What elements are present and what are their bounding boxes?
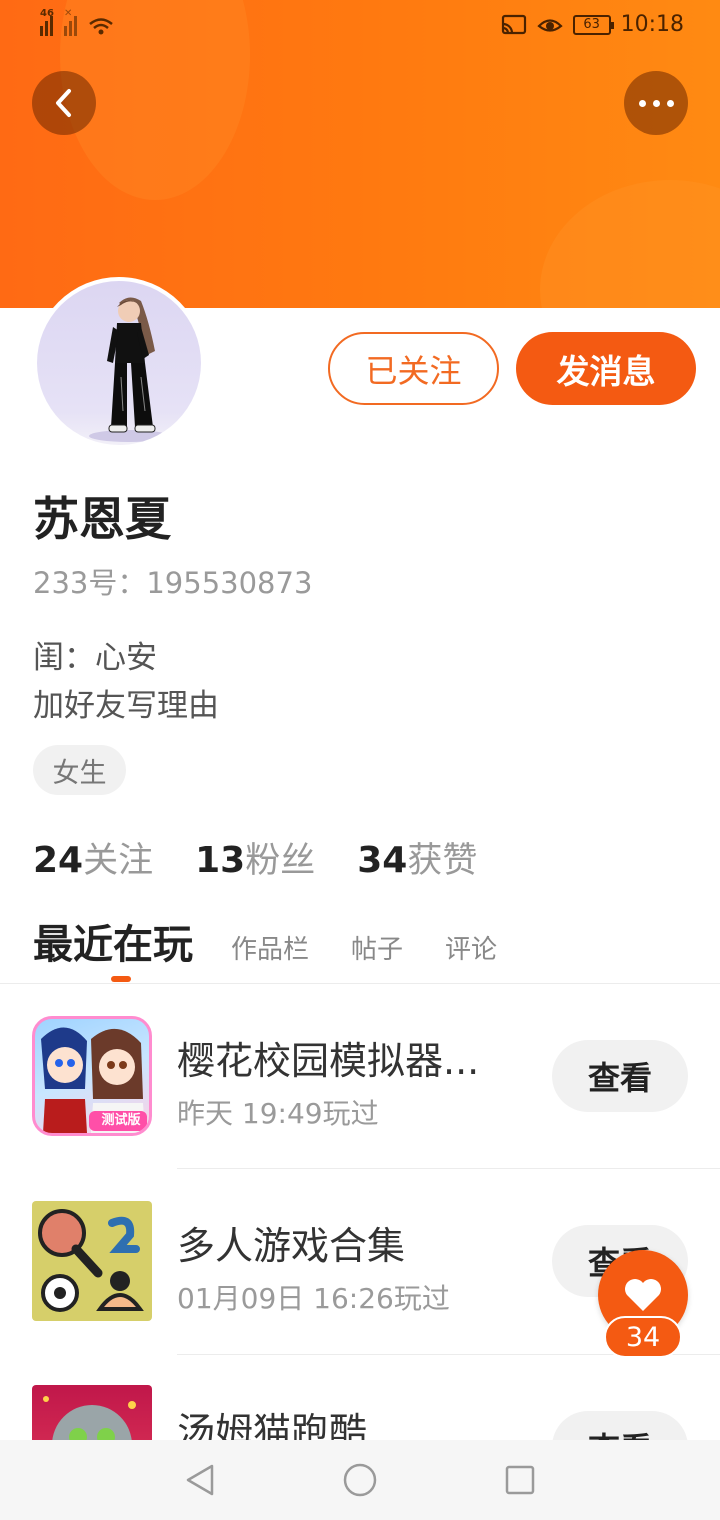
tab-comments[interactable]: 评论 [445,929,497,966]
nav-back-button[interactable] [180,1460,220,1500]
game-icon-tom-cat [32,1385,152,1440]
battery-icon: 63 [572,14,614,35]
chevron-left-icon [56,89,71,117]
nav-home-button[interactable] [340,1460,380,1500]
bio-line: 闺：心安 [33,640,157,676]
more-horizontal-icon [638,99,674,107]
profile-stats: 24 关注 13 粉丝 34 获赞 [33,832,477,883]
wifi-icon [89,18,113,35]
game-title: 樱花校园模拟器... [177,1039,480,1083]
stat-count: 34 [357,840,408,881]
system-nav-bar [0,1440,720,1520]
stat-fans[interactable]: 13 粉丝 [195,832,315,883]
profile-tabs: 最近在玩 作品栏 帖子 评论 [33,912,539,970]
stat-count: 24 [33,840,84,881]
view-button[interactable]: 查看 [552,1040,688,1112]
view-button[interactable]: 查看 [552,1411,688,1440]
game-icon-multiplayer [32,1201,152,1321]
stat-label: 关注 [83,841,154,881]
avatar[interactable] [33,277,205,449]
signal-icon-2: ✕ [64,8,82,36]
avatar-image [37,281,201,445]
list-item[interactable]: 测试版 樱花校园模拟器... 昨天 19:49玩过 查看 [0,984,720,1169]
gender-tag: 女生 [33,745,126,795]
game-artwork [38,1209,144,1312]
nav-recents-button[interactable] [500,1460,540,1500]
tab-posts[interactable]: 帖子 [351,929,403,966]
tab-works[interactable]: 作品栏 [231,929,309,966]
user-id: 233号：195530873 [33,566,313,600]
played-time: 昨天 19:49玩过 [177,1097,379,1130]
more-button[interactable] [624,71,688,135]
game-title: 汤姆猫跑酷 [177,1410,368,1440]
heart-icon [625,1279,661,1311]
stat-label: 获赞 [407,841,478,881]
status-bar: 46 ✕ 63 10:18 [0,8,720,46]
eye-icon [536,18,563,32]
game-artwork [43,1396,136,1440]
banner-decoration [540,180,720,308]
signal-icon: 46 [40,8,58,36]
profile-name: 苏恩夏 [33,492,171,546]
no-signal-mark: ✕ [64,8,73,19]
profile-banner: 46 ✕ 63 10:18 [0,0,720,308]
nav-recents-icon [505,1465,535,1495]
game-icon-sakura: 测试版 [32,1016,152,1136]
followed-button[interactable]: 已关注 [328,332,499,405]
nav-home-icon [343,1463,377,1497]
game-title: 多人游戏合集 [177,1224,406,1268]
signal-indicators: 46 ✕ [40,8,114,36]
bio-line: 加好友写理由 [33,688,219,724]
cast-icon [501,14,526,34]
back-button[interactable] [32,71,96,135]
stat-count: 13 [195,840,246,881]
avatar-figure [89,297,169,442]
network-type-label: 46 [40,8,54,19]
status-right: 63 10:18 [501,12,684,37]
played-time: 01月09日 16:26玩过 [177,1282,450,1315]
list-item[interactable]: 汤姆猫跑酷 查看 [0,1355,720,1440]
stat-likes[interactable]: 34 获赞 [357,832,477,883]
stat-label: 粉丝 [245,841,316,881]
tab-recently-played[interactable]: 最近在玩 [33,912,193,970]
test-version-badge: 测试版 [101,1113,141,1128]
like-count-badge: 34 [604,1316,682,1358]
tab-indicator [111,976,131,982]
nav-back-icon [186,1464,214,1496]
clock: 10:18 [620,12,684,37]
stat-following[interactable]: 24 关注 [33,832,153,883]
send-message-button[interactable]: 发消息 [516,332,696,405]
